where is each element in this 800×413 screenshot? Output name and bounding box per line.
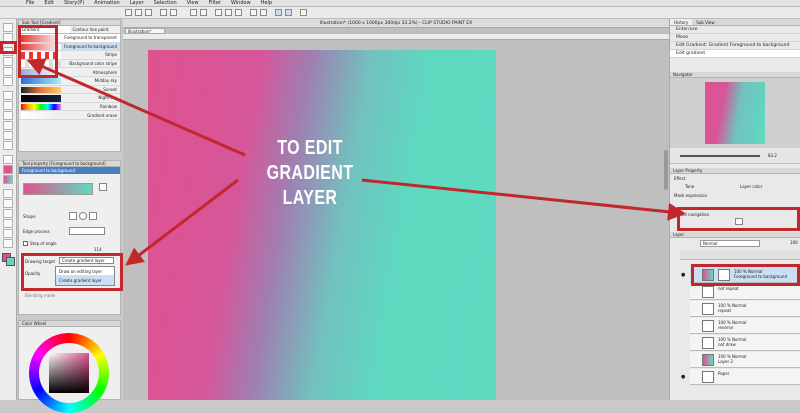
arrow-to-gradient-tool <box>26 58 246 157</box>
arrow-to-tool-navigation <box>361 178 686 221</box>
arrow-to-drawing-target <box>125 178 239 266</box>
annotation-arrows <box>26 58 686 266</box>
